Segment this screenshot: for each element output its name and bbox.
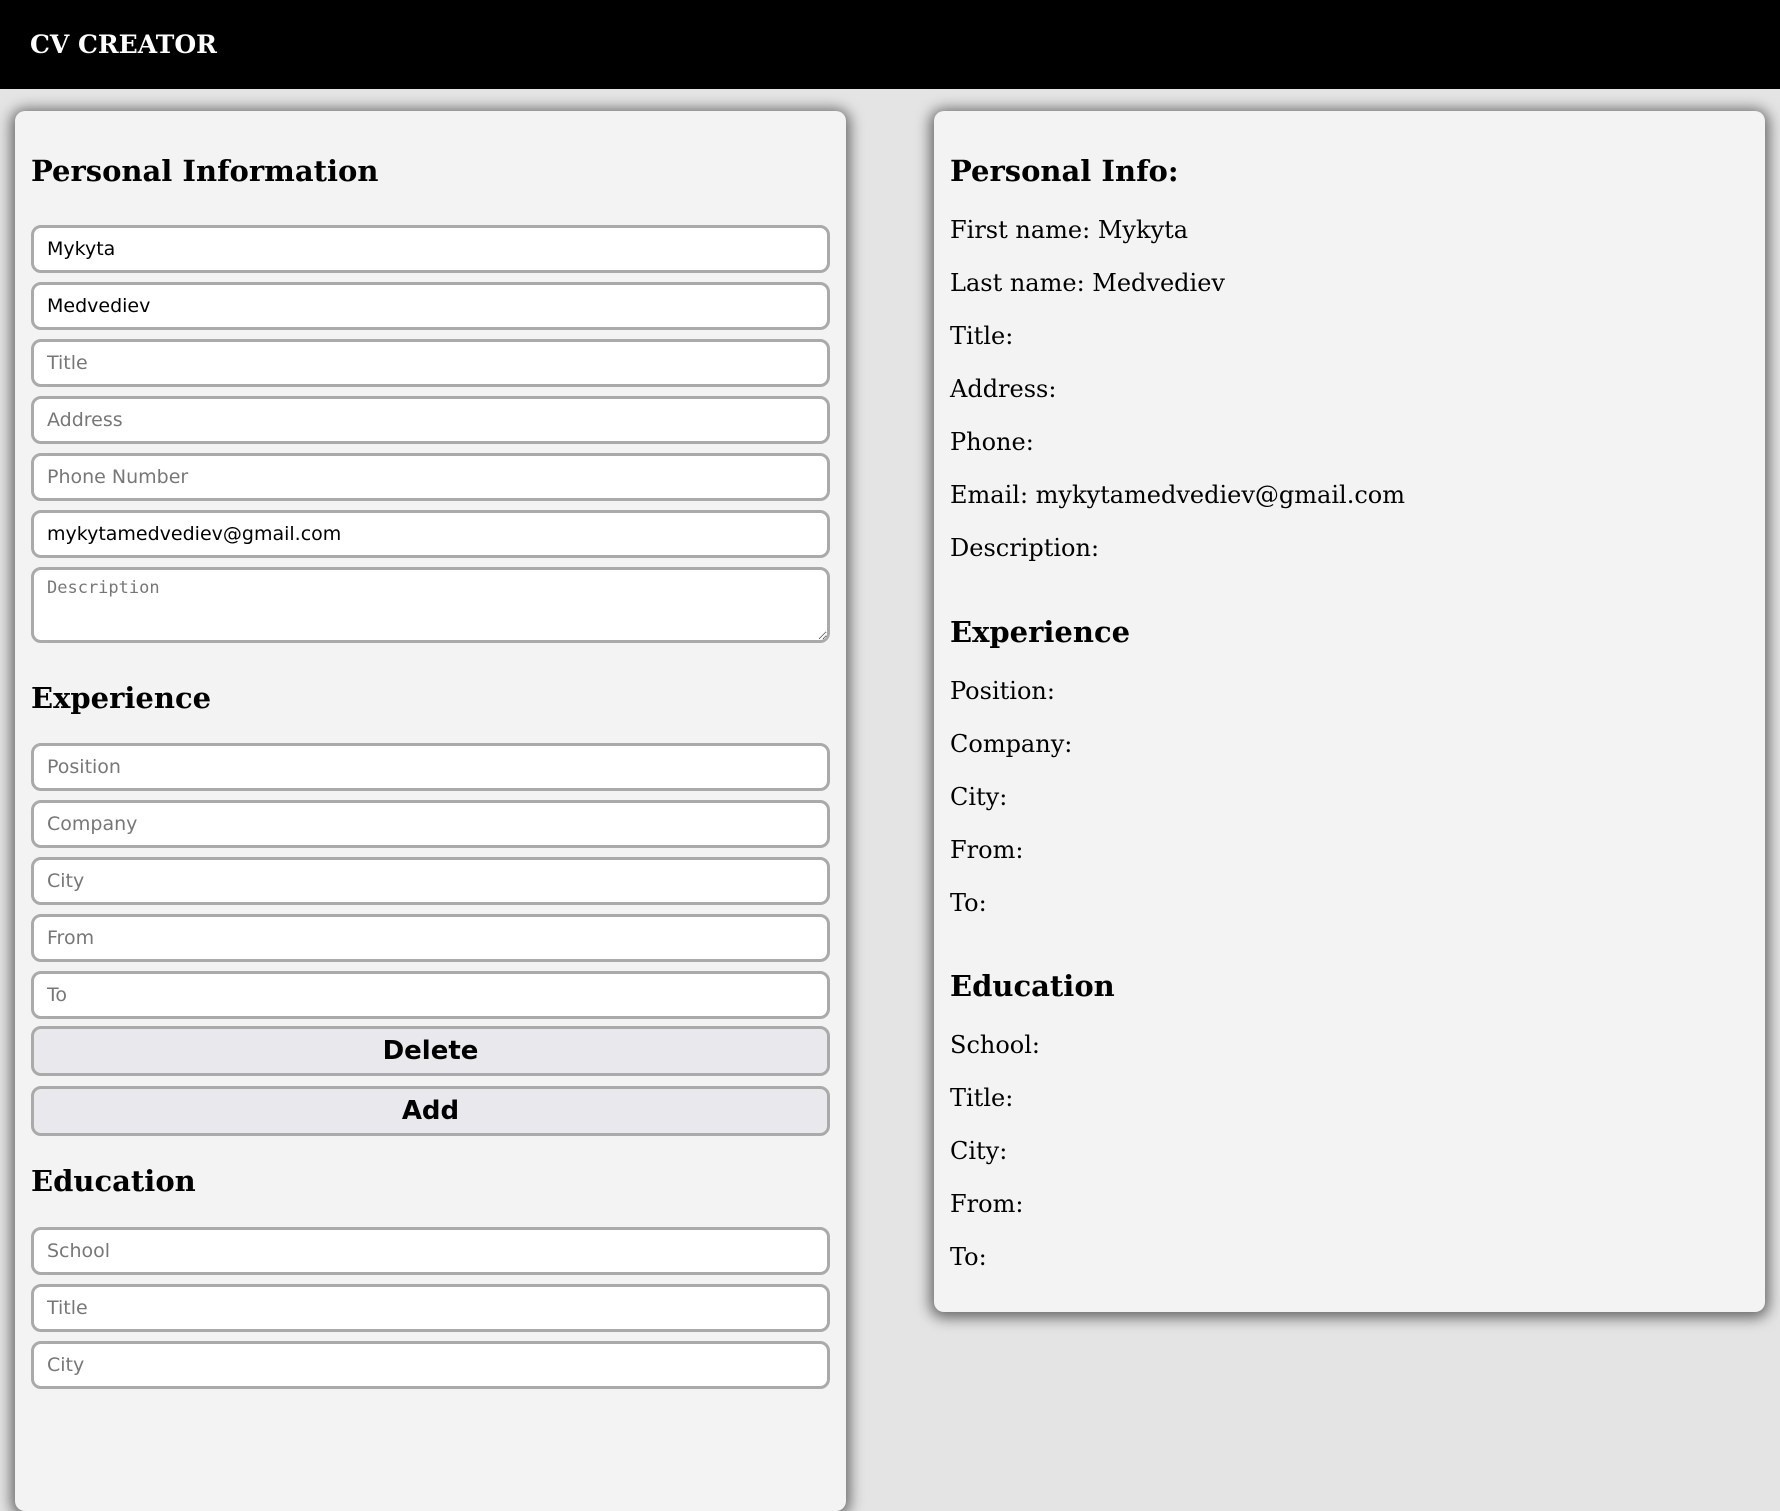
first-name-input[interactable] [31, 225, 830, 273]
education-heading: Education [31, 1164, 196, 1198]
experience-to-input[interactable] [31, 971, 830, 1019]
school-input[interactable] [31, 1227, 830, 1275]
personal-information-heading: Personal Information [31, 154, 379, 188]
preview-address: Address: [950, 375, 1057, 403]
cv-form-panel: Personal Information Experience Delete A… [15, 111, 846, 1511]
delete-experience-button[interactable]: Delete [31, 1026, 830, 1076]
experience-city-input[interactable] [31, 857, 830, 905]
preview-education-from: From: [950, 1190, 1024, 1218]
preview-education-to: To: [950, 1243, 987, 1271]
email-input[interactable] [31, 510, 830, 558]
education-city-input[interactable] [31, 1341, 830, 1389]
company-input[interactable] [31, 800, 830, 848]
add-experience-button[interactable]: Add [31, 1086, 830, 1136]
position-input[interactable] [31, 743, 830, 791]
phone-number-input[interactable] [31, 453, 830, 501]
preview-experience-heading: Experience [950, 615, 1131, 649]
preview-experience-from: From: [950, 836, 1024, 864]
preview-title: Title: [950, 322, 1014, 350]
preview-education-heading: Education [950, 969, 1115, 1003]
preview-experience-city: City: [950, 783, 1008, 811]
last-name-input[interactable] [31, 282, 830, 330]
preview-company: Company: [950, 730, 1073, 758]
preview-school: School: [950, 1031, 1040, 1059]
preview-education-title: Title: [950, 1084, 1014, 1112]
preview-personal-heading: Personal Info: [950, 154, 1179, 188]
cv-preview-panel: Personal Info: First name: Mykyta Last n… [934, 111, 1765, 1312]
education-title-input[interactable] [31, 1284, 830, 1332]
preview-email: Email: mykytamedvediev@gmail.com [950, 481, 1405, 509]
app-header: CV CREATOR [0, 0, 1780, 89]
preview-education-city: City: [950, 1137, 1008, 1165]
preview-last-name: Last name: Medvediev [950, 269, 1225, 297]
title-input[interactable] [31, 339, 830, 387]
preview-personal-list: First name: Mykyta Last name: Medvediev … [950, 204, 1749, 575]
description-textarea[interactable] [31, 567, 830, 643]
address-input[interactable] [31, 396, 830, 444]
preview-education-list: School: Title: City: From: To: [950, 1019, 1749, 1284]
preview-position: Position: [950, 677, 1055, 705]
preview-phone: Phone: [950, 428, 1034, 456]
preview-experience-to: To: [950, 889, 987, 917]
app-title: CV CREATOR [30, 30, 217, 59]
preview-first-name: First name: Mykyta [950, 216, 1189, 244]
preview-experience-list: Position: Company: City: From: To: [950, 665, 1749, 930]
experience-from-input[interactable] [31, 914, 830, 962]
experience-heading: Experience [31, 681, 212, 715]
preview-description: Description: [950, 534, 1100, 562]
